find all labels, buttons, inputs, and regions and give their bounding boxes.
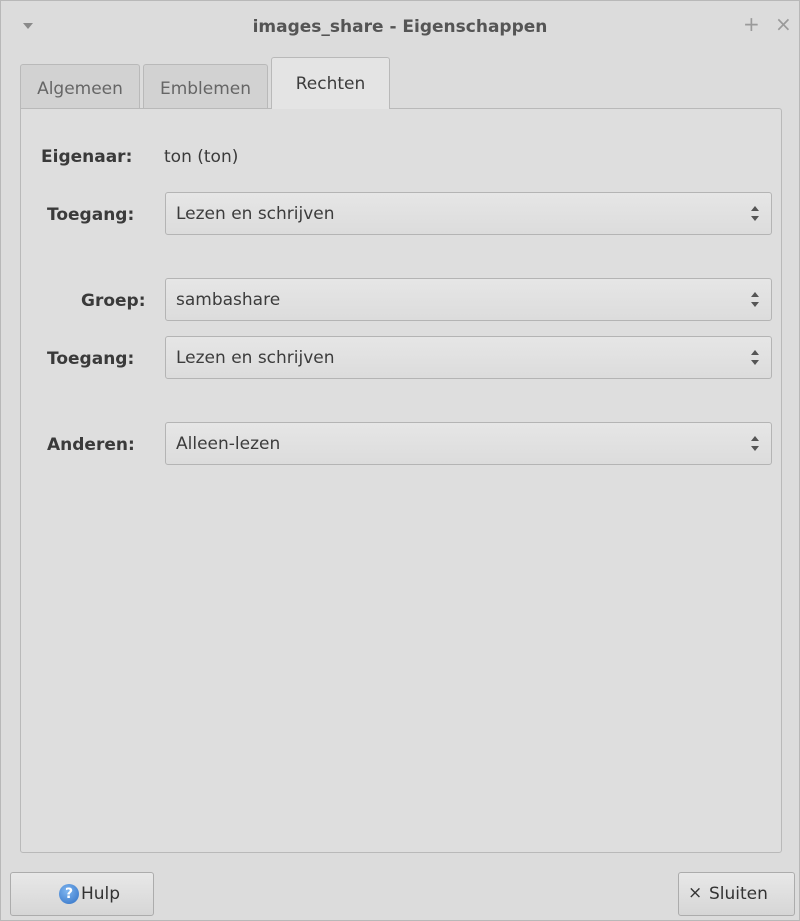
updown-arrows-icon	[751, 350, 759, 366]
updown-arrows-icon	[751, 436, 759, 452]
others-label: Anderen:	[47, 435, 135, 455]
window-title: images_share - Eigenschappen	[252, 17, 548, 37]
title-bar[interactable]: images_share - Eigenschappen + ×	[1, 1, 799, 56]
maximize-icon[interactable]: +	[743, 14, 760, 34]
group-access-value: Lezen en schrijven	[176, 348, 335, 368]
close-button[interactable]: × Sluiten	[678, 872, 795, 916]
updown-arrows-icon	[751, 206, 759, 222]
owner-access-select[interactable]: Lezen en schrijven	[165, 192, 772, 235]
close-icon[interactable]: ×	[775, 14, 792, 34]
help-icon: ?	[59, 884, 79, 904]
updown-arrows-icon	[751, 292, 759, 308]
owner-label: Eigenaar:	[41, 147, 133, 167]
group-select[interactable]: sambashare	[165, 278, 772, 321]
group-access-select[interactable]: Lezen en schrijven	[165, 336, 772, 379]
owner-access-label: Toegang:	[47, 205, 135, 225]
group-value: sambashare	[176, 290, 281, 310]
tab-algemeen[interactable]: Algemeen	[20, 64, 140, 112]
permissions-panel: Eigenaar: ton (ton) Toegang: Lezen en sc…	[20, 108, 782, 853]
group-access-label: Toegang:	[47, 349, 135, 369]
owner-value: ton (ton)	[164, 147, 239, 167]
others-access-select[interactable]: Alleen-lezen	[165, 422, 772, 465]
help-button[interactable]: ? Hulp	[10, 872, 154, 916]
others-access-value: Alleen-lezen	[176, 434, 281, 454]
owner-access-value: Lezen en schrijven	[176, 204, 335, 224]
close-button-label: Sluiten	[709, 884, 768, 904]
properties-dialog: images_share - Eigenschappen + × Algemee…	[0, 0, 800, 921]
group-label: Groep:	[81, 291, 146, 311]
close-icon: ×	[688, 883, 703, 903]
tab-emblemen[interactable]: Emblemen	[143, 64, 268, 112]
tab-rechten[interactable]: Rechten	[271, 57, 390, 109]
help-button-label: Hulp	[81, 884, 121, 904]
